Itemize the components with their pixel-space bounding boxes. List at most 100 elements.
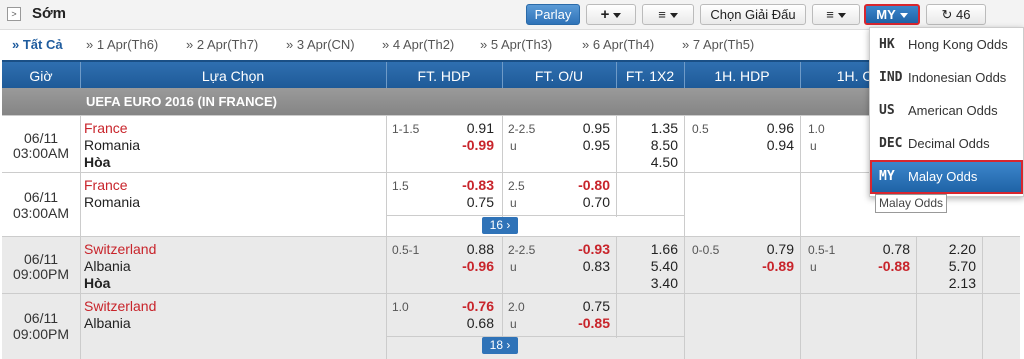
refresh-button[interactable]: ↻ 46 <box>926 4 986 25</box>
away-team: Albania <box>84 258 131 274</box>
odds-value[interactable]: -0.85 <box>562 315 610 331</box>
chevron-down-icon <box>669 13 678 19</box>
match-time: 09:00PM <box>12 266 70 282</box>
tab-all[interactable]: » Tất Cả <box>12 37 63 52</box>
odds-value[interactable]: 0.78 <box>862 241 910 257</box>
odds-value[interactable]: 5.40 <box>630 258 678 274</box>
dec-icon: DEC <box>879 136 903 151</box>
match-date: 06/11 <box>24 310 58 326</box>
menu-item-indonesian-odds[interactable]: IND Indonesian Odds <box>870 61 1023 94</box>
hdp-line: 0-0.5 <box>692 243 720 257</box>
sort-button[interactable]: ≡ <box>642 4 694 25</box>
odds-value[interactable]: 1.35 <box>630 120 678 136</box>
table-row: 06/11 03:00AM France Romania Hòa 1-1.5 0… <box>2 115 1020 173</box>
odds-value[interactable]: 2.20 <box>928 241 976 257</box>
odds-value[interactable]: 8.50 <box>630 137 678 153</box>
odds-value[interactable]: -0.80 <box>562 177 610 193</box>
match-date: 06/11 <box>24 130 58 146</box>
odds-value[interactable]: 0.94 <box>746 137 794 153</box>
us-icon: US <box>879 103 895 118</box>
league-select-button[interactable]: Chọn Giải Đấu <box>700 4 806 25</box>
match-time: 03:00AM <box>12 145 70 161</box>
match-date: 06/11 <box>24 251 58 267</box>
odds-value[interactable]: 0.83 <box>562 258 610 274</box>
ou-line: 2.5 <box>508 179 525 193</box>
odds-type-button[interactable]: MY <box>864 4 920 25</box>
add-button[interactable]: + <box>586 4 636 25</box>
odds-value[interactable]: 2.13 <box>928 275 976 291</box>
menu-item-american-odds[interactable]: US American Odds <box>870 94 1023 127</box>
table-row: 06/11 09:00PM Switzerland Albania Hòa 0.… <box>2 236 1020 294</box>
home-team: Switzerland <box>84 298 157 314</box>
tab-date[interactable]: » 4 Apr(Th2) <box>382 37 454 52</box>
odds-value[interactable]: 0.70 <box>562 194 610 210</box>
odds-value[interactable]: 0.75 <box>562 298 610 314</box>
odds-value[interactable]: 0.88 <box>446 241 494 257</box>
odds-value[interactable]: -0.76 <box>446 298 494 314</box>
menu-item-label: Decimal Odds <box>908 136 990 151</box>
hdp-line: 1.5 <box>392 179 409 193</box>
more-bets-button[interactable]: 16 › <box>482 217 518 234</box>
chevron-down-icon <box>837 13 846 19</box>
match-date: 06/11 <box>24 189 58 205</box>
odds-value[interactable]: 0.96 <box>746 120 794 136</box>
odds-value[interactable]: 0.95 <box>562 137 610 153</box>
away-team: Romania <box>84 194 141 210</box>
menu-item-label: Hong Kong Odds <box>908 37 1008 52</box>
under-label: u <box>510 260 517 274</box>
tab-date[interactable]: » 1 Apr(Th6) <box>86 37 158 52</box>
menu-item-label: Indonesian Odds <box>908 70 1007 85</box>
table-header: Giờ Lựa Chọn FT. HDP FT. O/U FT. 1X2 1H.… <box>2 60 1020 90</box>
odds-type-label: MY <box>876 7 896 22</box>
expand-icon[interactable]: > <box>7 7 21 21</box>
odds-value[interactable]: -0.89 <box>746 258 794 274</box>
odds-value[interactable]: 0.95 <box>562 120 610 136</box>
table-row: 06/11 09:00PM Switzerland Albania 1.0 -0… <box>2 293 1020 359</box>
chevron-down-icon <box>899 13 908 19</box>
hdp-line: 0.5-1 <box>392 243 420 257</box>
league-row: UEFA EURO 2016 (IN FRANCE) <box>2 88 1020 115</box>
menu-item-malay-odds[interactable]: MY Malay Odds <box>870 160 1023 194</box>
odds-value[interactable]: -0.83 <box>446 177 494 193</box>
ou-line: 1.0 <box>808 122 825 136</box>
odds-value[interactable]: -0.96 <box>446 258 494 274</box>
more-bets-button[interactable]: 18 › <box>482 337 518 354</box>
tab-date[interactable]: » 6 Apr(Th4) <box>582 37 654 52</box>
ou-line: 2-2.5 <box>508 122 536 136</box>
tab-date[interactable]: » 2 Apr(Th7) <box>186 37 258 52</box>
draw-label: Hòa <box>84 154 111 170</box>
odds-value[interactable]: 3.40 <box>630 275 678 291</box>
tab-date[interactable]: » 7 Apr(Th5) <box>682 37 754 52</box>
odds-value[interactable]: -0.99 <box>446 137 494 153</box>
parlay-button[interactable]: Parlay <box>526 4 580 25</box>
menu-item-label: Malay Odds <box>908 169 978 184</box>
ind-icon: IND <box>879 70 903 85</box>
home-team: France <box>84 177 128 193</box>
odds-value[interactable]: 0.91 <box>446 120 494 136</box>
odds-value[interactable]: 0.79 <box>746 241 794 257</box>
tab-date[interactable]: » 5 Apr(Th3) <box>480 37 552 52</box>
odds-value[interactable]: 0.75 <box>446 194 494 210</box>
page-title: Sớm <box>32 5 67 22</box>
table-row: 06/11 03:00AM France Romania 1.5 -0.83 0… <box>2 172 1020 237</box>
hk-icon: HK <box>879 37 895 52</box>
list-icon: ≡ <box>826 7 834 22</box>
odds-value[interactable]: 4.50 <box>630 154 678 170</box>
odds-value[interactable]: 5.70 <box>928 258 976 274</box>
menu-item-hk-odds[interactable]: HK Hong Kong Odds <box>870 28 1023 61</box>
hdp-line: 1-1.5 <box>392 122 420 136</box>
chevron-down-icon <box>613 13 622 19</box>
menu-item-decimal-odds[interactable]: DEC Decimal Odds <box>870 127 1023 160</box>
tooltip: Malay Odds <box>875 194 948 213</box>
league-name: UEFA EURO 2016 (IN FRANCE) <box>86 94 277 109</box>
odds-value[interactable]: -0.88 <box>862 258 910 274</box>
odds-value[interactable]: 1.66 <box>630 241 678 257</box>
tab-date[interactable]: » 3 Apr(CN) <box>286 37 355 52</box>
match-time: 09:00PM <box>12 326 70 342</box>
odds-value[interactable]: 0.68 <box>446 315 494 331</box>
odds-value[interactable]: -0.93 <box>562 241 610 257</box>
under-label: u <box>510 317 517 331</box>
view-list-button[interactable]: ≡ <box>812 4 860 25</box>
more-count: 18 <box>489 338 503 352</box>
under-label: u <box>810 139 817 153</box>
